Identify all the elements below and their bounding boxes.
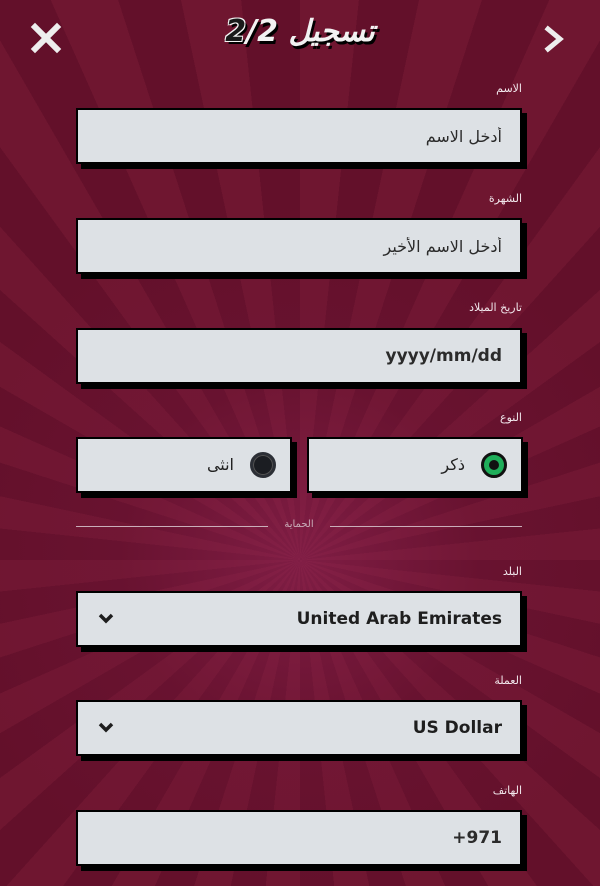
country-select[interactable]: United Arab Emirates — [76, 591, 522, 647]
divider-line-right — [330, 526, 522, 527]
step-separator: / — [246, 14, 258, 49]
phone-label: الهاتف — [492, 784, 522, 797]
first-name-label: الاسم — [496, 82, 522, 95]
birth-date-label: تاريخ الميلاد — [469, 301, 522, 314]
gender-option-label: انثى — [206, 455, 234, 474]
gender-label: النوع — [500, 411, 522, 424]
currency-label: العملة — [494, 674, 522, 687]
last-name-input[interactable] — [78, 220, 520, 272]
chevron-right-icon[interactable] — [540, 24, 568, 54]
divider-text: الحماية — [284, 519, 314, 530]
section-divider: الحماية — [76, 517, 522, 537]
phone-field-box — [76, 810, 522, 866]
title-text: تسجيل — [278, 14, 375, 49]
birth-date-field-box — [76, 328, 522, 384]
page-title: تسجيل 2/2 — [0, 14, 600, 49]
currency-select[interactable]: US Dollar — [76, 700, 522, 756]
first-name-field-box — [76, 108, 522, 164]
currency-select-value: US Dollar — [412, 718, 502, 738]
country-select-value: United Arab Emirates — [296, 609, 502, 629]
first-name-input[interactable] — [78, 110, 520, 162]
country-label: البلد — [502, 565, 522, 578]
last-name-field-box — [76, 218, 522, 274]
last-name-label: الشهرة — [488, 192, 522, 205]
gender-option-female[interactable]: انثى — [76, 437, 292, 493]
gender-option-male[interactable]: ذكر — [307, 437, 523, 493]
radio-unselected-icon — [250, 452, 276, 478]
radio-selected-icon — [481, 452, 507, 478]
chevron-down-icon — [98, 613, 114, 624]
step-total: 2 — [257, 14, 278, 49]
birth-date-input[interactable] — [78, 330, 520, 382]
phone-input[interactable] — [78, 812, 520, 864]
header-bar: تسجيل 2/2 — [0, 0, 600, 78]
gender-option-label: ذكر — [441, 455, 465, 474]
step-current: 2 — [225, 14, 247, 49]
chevron-down-icon — [98, 722, 114, 733]
